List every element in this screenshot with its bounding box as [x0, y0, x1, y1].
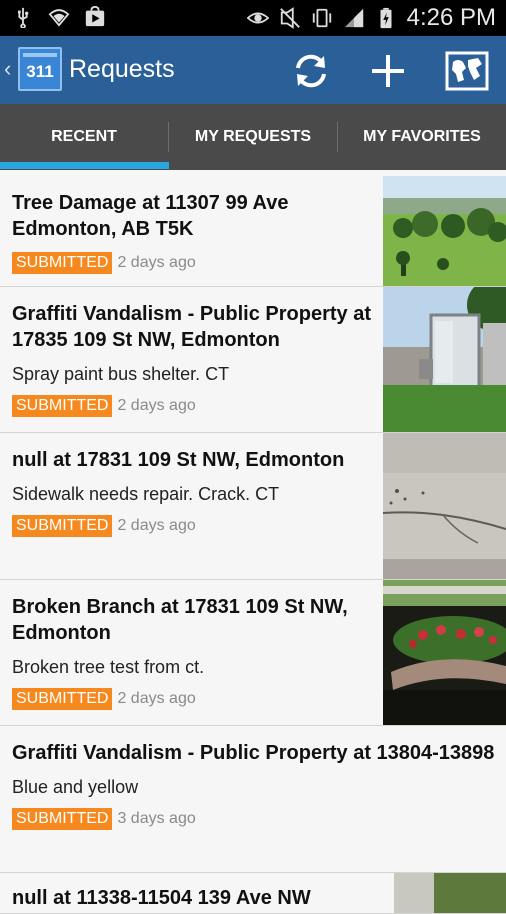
request-item[interactable]: null at 11338-11504 139 Ave NW [0, 873, 506, 914]
status-badge: SUBMITTED [12, 808, 113, 830]
tab-recent[interactable]: RECENT [0, 104, 168, 170]
request-age: 2 days ago [117, 690, 196, 707]
request-age: 2 days ago [117, 517, 196, 534]
clock: 4:26 PM [406, 4, 496, 31]
request-description: Broken tree test from ct. [12, 657, 205, 677]
action-bar: ‹ 311 Requests [0, 36, 506, 104]
request-age: 3 days ago [117, 810, 196, 827]
request-heading: Tree Damage at 11307 99 Ave Edmonton, AB… [12, 192, 289, 240]
map-icon[interactable] [444, 48, 490, 94]
add-icon[interactable] [365, 48, 411, 94]
tab-selected-indicator [0, 162, 169, 169]
status-badge: SUBMITTED [12, 688, 113, 710]
page-title: Requests [69, 55, 175, 83]
status-badge: SUBMITTED [12, 395, 113, 417]
eye-icon [246, 12, 269, 24]
nfc-muted-icon [279, 7, 300, 29]
request-thumbnail [383, 433, 506, 579]
tab-bar: RECENT MY REQUESTS MY FAVORITES [0, 104, 506, 170]
request-heading: Graffiti Vandalism - Public Property at … [12, 742, 496, 764]
request-thumbnail [383, 580, 506, 725]
refresh-icon[interactable] [288, 48, 334, 94]
play-store-icon [85, 6, 105, 27]
request-item[interactable]: Graffiti Vandalism - Public Property at … [0, 287, 506, 433]
request-age: 2 days ago [117, 397, 196, 414]
wifi-icon [48, 9, 70, 27]
request-item[interactable]: Broken Branch at 17831 109 St NW, Edmont… [0, 580, 506, 726]
usb-icon [17, 7, 29, 28]
request-heading: null at 17831 109 St NW, Edmonton [12, 449, 345, 471]
request-item[interactable]: Graffiti Vandalism - Public Property at … [0, 726, 506, 873]
tab-my-requests[interactable]: MY REQUESTS [169, 104, 337, 170]
request-description: Spray paint bus shelter. CT [12, 364, 230, 384]
battery-charging-icon [380, 7, 392, 29]
request-description: Blue and yellow [12, 777, 139, 797]
request-description: Sidewalk needs repair. Crack. CT [12, 484, 280, 504]
up-caret-icon[interactable]: ‹ [4, 56, 11, 82]
request-heading: null at 11338-11504 139 Ave NW [12, 887, 311, 909]
request-item[interactable]: Tree Damage at 11307 99 Ave Edmonton, AB… [0, 170, 506, 287]
app-logo[interactable]: 311 [18, 47, 62, 91]
request-thumbnail [383, 287, 506, 432]
request-thumbnail [383, 176, 506, 286]
request-item[interactable]: null at 17831 109 St NW, Edmonton Sidewa… [0, 433, 506, 580]
vibrate-icon [312, 8, 331, 28]
request-list[interactable]: Tree Damage at 11307 99 Ave Edmonton, AB… [0, 170, 506, 914]
tab-my-favorites[interactable]: MY FAVORITES [338, 104, 506, 170]
request-thumbnail [394, 873, 506, 913]
signal-icon [344, 8, 363, 28]
request-heading: Broken Branch at 17831 109 St NW, Edmont… [12, 596, 348, 644]
status-badge: SUBMITTED [12, 515, 113, 537]
status-bar: 4:26 PM [0, 0, 506, 36]
app-logo-text: 311 [26, 62, 54, 81]
request-age: 2 days ago [117, 254, 196, 271]
request-heading: Graffiti Vandalism - Public Property at … [12, 303, 371, 351]
status-badge: SUBMITTED [12, 252, 113, 274]
